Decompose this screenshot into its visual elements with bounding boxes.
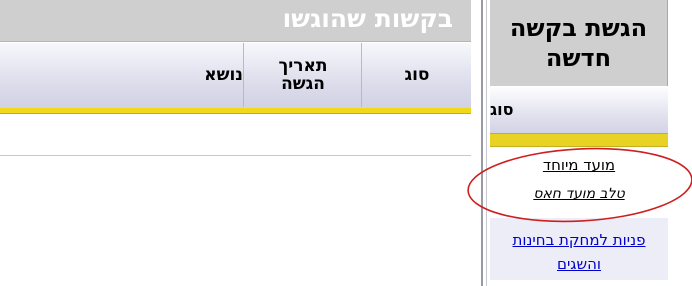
new-request-accent-stripe [490, 133, 668, 147]
column-header-subject-label: נושא [204, 65, 243, 85]
header-accent-stripe [0, 108, 471, 114]
request-type-item-appeals: פניות למחקת בחינות והשגים [490, 218, 668, 280]
new-request-title: הגשת בקשה חדשה [509, 14, 648, 72]
request-type-item-special-date: מועד מיוחד טלב מועד חאס [490, 148, 668, 215]
new-request-title-bar: הגשת בקשה חדשה [490, 0, 668, 86]
column-header-type[interactable]: סוג [361, 43, 472, 107]
submitted-requests-empty-row [0, 115, 471, 156]
new-request-type-header: סוג [490, 86, 668, 133]
submitted-requests-table-header: סוג תאריך הגשה נושא [0, 43, 471, 112]
column-header-date-label: תאריך הגשה [278, 56, 328, 94]
submitted-requests-title: בקשות שהוגשו [282, 4, 453, 33]
column-header-subject[interactable]: נושא [0, 43, 263, 107]
special-date-description-link[interactable]: טלב מועד חאס [490, 186, 668, 202]
panel-divider [481, 0, 483, 286]
panel-divider-light [486, 0, 487, 286]
exams-and-grades-appeal-link[interactable]: פניות למחקת בחינות והשגים [490, 228, 668, 276]
submitted-requests-title-bar: בקשות שהוגשו [0, 0, 471, 42]
new-request-type-label: סוג [490, 100, 514, 119]
special-date-link[interactable]: מועד מיוחד [490, 156, 668, 174]
